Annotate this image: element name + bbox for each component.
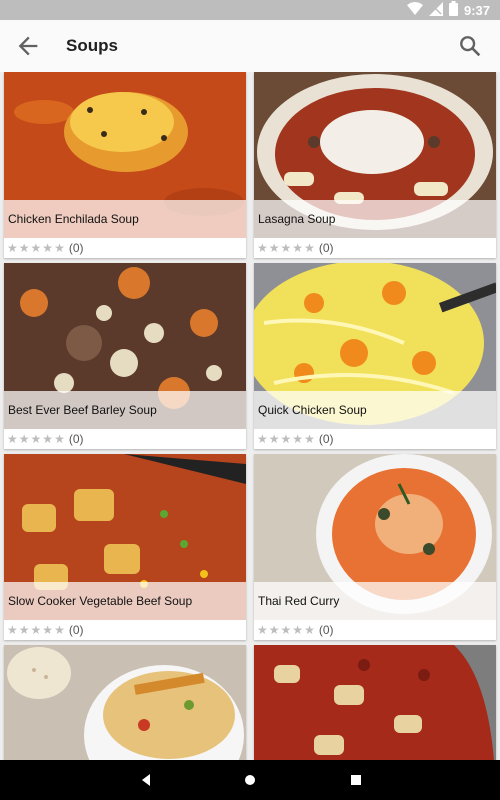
recipe-card[interactable]: Quick Chicken Soup ★ ★ ★ ★ ★ (0) bbox=[254, 263, 496, 449]
recipe-card[interactable] bbox=[4, 645, 246, 760]
review-count: (0) bbox=[68, 432, 84, 446]
back-button[interactable] bbox=[14, 32, 42, 60]
battery-icon bbox=[448, 1, 458, 19]
star-icon: ★ bbox=[7, 432, 18, 446]
status-icons: 9:37 bbox=[406, 1, 490, 19]
star-icon: ★ bbox=[280, 432, 292, 446]
star-icon: ★ bbox=[18, 241, 30, 255]
nav-back-button[interactable] bbox=[136, 770, 156, 790]
review-count: (0) bbox=[68, 241, 84, 255]
star-icon: ★ bbox=[42, 432, 54, 446]
star-icon: ★ bbox=[18, 432, 30, 446]
clock-text: 9:37 bbox=[463, 2, 490, 18]
star-icon: ★ bbox=[54, 241, 65, 255]
system-nav-bar bbox=[0, 760, 500, 800]
recipe-card[interactable] bbox=[254, 645, 496, 760]
recipe-image: Slow Cooker Vegetable Beef Soup bbox=[4, 454, 246, 620]
signal-icon bbox=[428, 1, 443, 19]
recipe-image: Chicken Enchilada Soup bbox=[4, 72, 246, 238]
wifi-icon bbox=[406, 1, 423, 19]
rating-row: ★ ★ ★ ★ ★ (0) bbox=[254, 620, 496, 640]
recipe-card[interactable]: Thai Red Curry ★ ★ ★ ★ ★ (0) bbox=[254, 454, 496, 640]
rating-row: ★ ★ ★ ★ ★ (0) bbox=[254, 238, 496, 258]
rating-row: ★ ★ ★ ★ ★ (0) bbox=[4, 238, 246, 258]
rating-row: ★ ★ ★ ★ ★ (0) bbox=[4, 429, 246, 449]
recipe-image bbox=[4, 645, 246, 760]
recipe-image: Quick Chicken Soup bbox=[254, 263, 496, 429]
recipe-image: Thai Red Curry bbox=[254, 454, 496, 620]
page-title: Soups bbox=[66, 36, 118, 55]
recipe-grid: Chicken Enchilada Soup ★ ★ ★ ★ ★ (0) Las… bbox=[0, 72, 500, 760]
review-count: (0) bbox=[318, 432, 334, 446]
star-icon: ★ bbox=[7, 623, 18, 637]
star-icon: ★ bbox=[42, 623, 54, 637]
star-icon: ★ bbox=[54, 623, 65, 637]
search-icon bbox=[460, 36, 481, 57]
star-icon: ★ bbox=[304, 241, 315, 255]
star-icon: ★ bbox=[268, 241, 280, 255]
star-icon: ★ bbox=[292, 432, 304, 446]
recipe-card[interactable]: Chicken Enchilada Soup ★ ★ ★ ★ ★ (0) bbox=[4, 72, 246, 258]
recipe-title: Slow Cooker Vegetable Beef Soup bbox=[4, 582, 246, 620]
star-icon: ★ bbox=[268, 432, 280, 446]
rating-row: ★ ★ ★ ★ ★ (0) bbox=[254, 429, 496, 449]
app-bar: Soups bbox=[0, 20, 500, 72]
star-icon: ★ bbox=[7, 241, 18, 255]
recipe-title: Thai Red Curry bbox=[254, 582, 496, 620]
recents-square-icon bbox=[351, 775, 361, 785]
star-icon: ★ bbox=[257, 241, 268, 255]
star-icon: ★ bbox=[257, 623, 268, 637]
arrow-back-icon bbox=[18, 36, 38, 56]
star-icon: ★ bbox=[42, 241, 54, 255]
recipe-image: Lasagna Soup bbox=[254, 72, 496, 238]
star-icon: ★ bbox=[304, 432, 315, 446]
recipe-title: Chicken Enchilada Soup bbox=[4, 200, 246, 238]
home-circle-icon bbox=[245, 775, 255, 785]
star-icon: ★ bbox=[257, 432, 268, 446]
star-icon: ★ bbox=[18, 623, 30, 637]
recipe-image: Best Ever Beef Barley Soup bbox=[4, 263, 246, 429]
nav-home-button[interactable] bbox=[240, 770, 260, 790]
recipe-card[interactable]: Lasagna Soup ★ ★ ★ ★ ★ (0) bbox=[254, 72, 496, 258]
star-icon: ★ bbox=[30, 241, 42, 255]
star-icon: ★ bbox=[268, 623, 280, 637]
recipe-card[interactable]: Best Ever Beef Barley Soup ★ ★ ★ ★ ★ (0) bbox=[4, 263, 246, 449]
recipe-title: Best Ever Beef Barley Soup bbox=[4, 391, 246, 429]
star-icon: ★ bbox=[30, 432, 42, 446]
star-icon: ★ bbox=[280, 623, 292, 637]
recipe-title: Quick Chicken Soup bbox=[254, 391, 496, 429]
recipe-title: Lasagna Soup bbox=[254, 200, 496, 238]
star-icon: ★ bbox=[54, 432, 65, 446]
star-icon: ★ bbox=[292, 623, 304, 637]
star-icon: ★ bbox=[280, 241, 292, 255]
star-icon: ★ bbox=[30, 623, 42, 637]
status-bar: 9:37 bbox=[0, 0, 500, 20]
rating-row: ★ ★ ★ ★ ★ (0) bbox=[4, 620, 246, 640]
back-triangle-icon bbox=[142, 774, 150, 786]
nav-recents-button[interactable] bbox=[346, 770, 366, 790]
review-count: (0) bbox=[318, 241, 334, 255]
recipe-image bbox=[254, 645, 496, 760]
recipe-card[interactable]: Slow Cooker Vegetable Beef Soup ★ ★ ★ ★ … bbox=[4, 454, 246, 640]
star-icon: ★ bbox=[304, 623, 315, 637]
star-icon: ★ bbox=[292, 241, 304, 255]
search-button[interactable] bbox=[456, 32, 484, 60]
review-count: (0) bbox=[318, 623, 334, 637]
review-count: (0) bbox=[68, 623, 84, 637]
